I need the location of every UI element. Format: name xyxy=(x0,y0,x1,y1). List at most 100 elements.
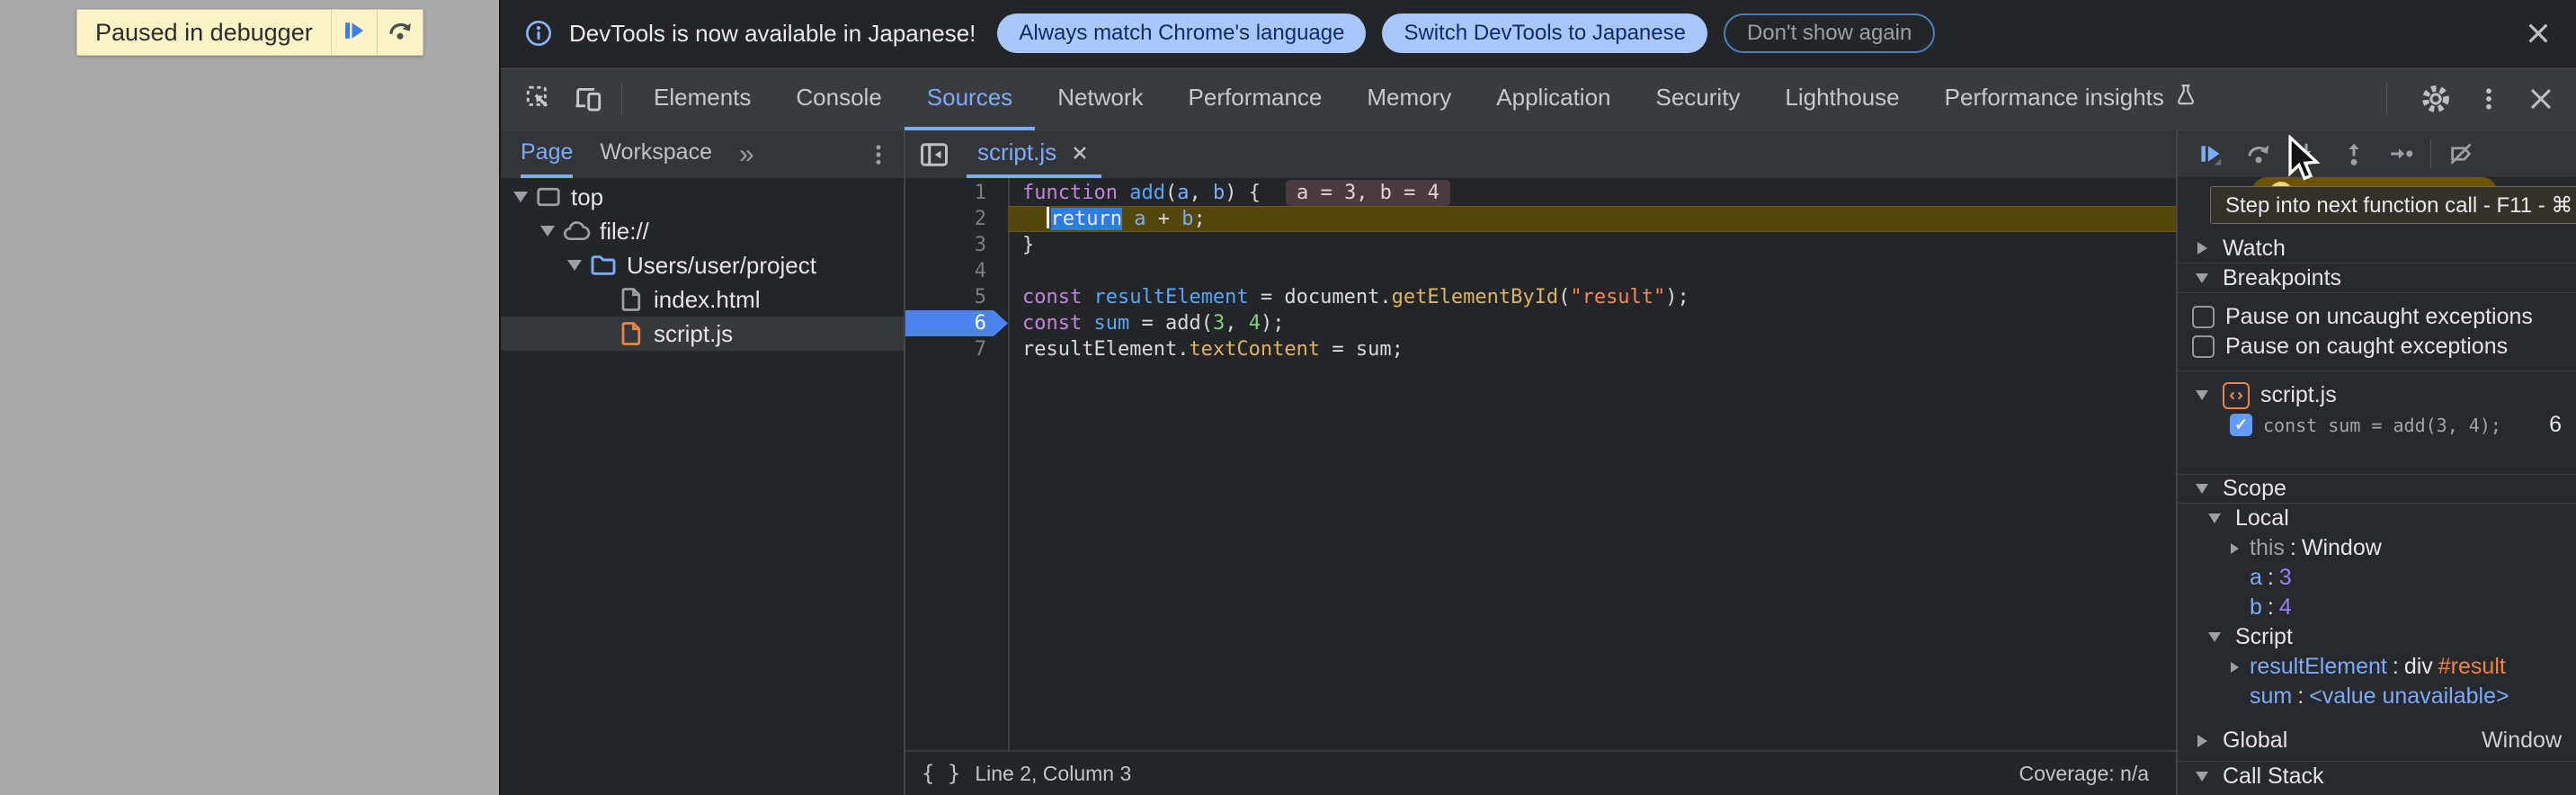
resume-icon xyxy=(341,17,368,49)
file-tree: top file:// Users/user/project xyxy=(501,178,904,351)
tab-memory[interactable]: Memory xyxy=(1344,67,1474,130)
toolbar-right-icons xyxy=(2377,83,2576,115)
infobar-close-icon[interactable] xyxy=(2524,19,2553,48)
pause-uncaught-row[interactable]: Pause on uncaught exceptions xyxy=(2178,302,2576,332)
code-editor[interactable]: 1 function add(a, b) {a = 3, b = 4 2 ret… xyxy=(905,178,2176,750)
settings-gear-icon[interactable] xyxy=(2420,83,2452,115)
step-over-icon xyxy=(387,17,414,49)
tab-lighthouse[interactable]: Lighthouse xyxy=(1762,67,1921,130)
divider xyxy=(2430,139,2431,168)
chevron-down-icon xyxy=(2196,484,2208,494)
tab-close-icon[interactable] xyxy=(1069,142,1091,164)
pause-uncaught-checkbox[interactable] xyxy=(2192,306,2215,328)
scope-var-sum[interactable]: sum: <value unavailable> xyxy=(2178,682,2576,711)
chevron-down-icon xyxy=(2196,390,2208,400)
chevron-down-icon xyxy=(2196,772,2208,782)
tree-item-top-frame[interactable]: top xyxy=(501,180,904,214)
deactivate-breakpoints-icon[interactable] xyxy=(2437,130,2484,178)
step-over-icon[interactable] xyxy=(2234,130,2282,178)
scope-var-this[interactable]: this: Window xyxy=(2178,533,2576,563)
devtools-close-icon[interactable] xyxy=(2526,84,2556,114)
editor-status-bar: { } Line 2, Column 3 Coverage: n/a xyxy=(905,750,2176,795)
chevron-down-icon xyxy=(2196,273,2208,283)
chevron-down-icon xyxy=(540,226,555,237)
tab-elements[interactable]: Elements xyxy=(631,67,773,130)
code-line-2-paused: 2 return a + b; xyxy=(905,206,2176,232)
info-icon xyxy=(524,19,553,48)
debugger-sections: Watch Breakpoints Pause on uncaught exce… xyxy=(2178,178,2576,795)
pretty-print-icon[interactable]: { } xyxy=(922,761,960,786)
scope-local-group[interactable]: Local xyxy=(2178,504,2576,533)
breakpoint-file-group[interactable]: script.js xyxy=(2178,380,2576,410)
flask-icon xyxy=(2173,82,2198,113)
line-number[interactable]: 1 xyxy=(905,180,1008,206)
tab-workspace[interactable]: Workspace xyxy=(600,130,712,178)
step-out-icon[interactable] xyxy=(2330,130,2377,178)
chevron-down-icon xyxy=(2208,632,2221,642)
debugger-sidebar: Watch Breakpoints Pause on uncaught exce… xyxy=(2176,130,2576,795)
code-line-5: 5 const resultElement = document.getElem… xyxy=(905,284,2176,310)
cloud-icon xyxy=(562,217,591,246)
tree-item-project-folder[interactable]: Users/user/project xyxy=(501,248,904,282)
step-icon[interactable] xyxy=(2377,130,2425,178)
section-watch[interactable]: Watch xyxy=(2178,234,2576,264)
resume-script-button[interactable] xyxy=(332,10,377,55)
line-number[interactable]: 3 xyxy=(905,232,1008,258)
file-icon xyxy=(618,286,645,313)
tab-sources[interactable]: Sources xyxy=(905,67,1035,130)
scope-var-resultelement[interactable]: resultElement: div#result xyxy=(2178,652,2576,682)
divider xyxy=(621,83,622,115)
pause-caught-checkbox[interactable] xyxy=(2192,335,2215,358)
breakpoint-list: script.js const sum = add(3, 4); 6 xyxy=(2178,371,2576,449)
paused-token-highlight: return xyxy=(1051,208,1122,230)
tree-item-index-html[interactable]: index.html xyxy=(501,282,904,317)
tab-performance[interactable]: Performance xyxy=(1166,67,1345,130)
tree-item-script-js[interactable]: script.js xyxy=(501,317,904,351)
scope-script-group[interactable]: Script xyxy=(2178,622,2576,652)
line-number[interactable]: 7 xyxy=(905,336,1008,362)
resume-script-icon[interactable] xyxy=(2187,130,2234,178)
scope-var-b[interactable]: b: 4 xyxy=(2178,593,2576,622)
switch-to-japanese-button[interactable]: Switch DevTools to Japanese xyxy=(1382,13,1707,53)
breakpoint-entry[interactable]: const sum = add(3, 4); 6 xyxy=(2178,410,2576,440)
inspect-element-icon[interactable] xyxy=(515,84,564,114)
breakpoint-line-number: 6 xyxy=(2549,412,2576,438)
toggle-navigator-icon[interactable] xyxy=(918,138,950,171)
inline-debug-values: a = 3, b = 4 xyxy=(1286,180,1450,206)
section-breakpoints[interactable]: Breakpoints xyxy=(2178,264,2576,293)
device-toolbar-icon[interactable] xyxy=(564,84,612,114)
mouse-cursor xyxy=(2286,135,2327,192)
text-caret xyxy=(1047,207,1049,228)
line-number[interactable]: 5 xyxy=(905,284,1008,310)
section-call-stack[interactable]: Call Stack xyxy=(2178,762,2576,791)
breakpoint-execution-marker[interactable]: 6 xyxy=(905,310,1008,336)
section-scope[interactable]: Scope xyxy=(2178,474,2576,504)
more-tabs-icon[interactable]: » xyxy=(739,139,754,170)
pause-caught-row[interactable]: Pause on caught exceptions xyxy=(2178,332,2576,362)
scope-global-group[interactable]: Global Window xyxy=(2178,726,2576,755)
step-into-tooltip: Step into next function call - F11 - ⌘ ; xyxy=(2210,186,2576,224)
tab-application[interactable]: Application xyxy=(1474,67,1633,130)
scope-var-a[interactable]: a: 3 xyxy=(2178,563,2576,593)
paused-in-debugger-banner: Paused in debugger xyxy=(76,9,423,56)
tab-performance-insights[interactable]: Performance insights xyxy=(1922,67,2221,130)
chevron-right-icon xyxy=(2231,662,2239,673)
tab-page[interactable]: Page xyxy=(521,130,573,178)
script-file-badge-icon xyxy=(2223,382,2250,409)
breakpoint-checkbox[interactable] xyxy=(2230,414,2252,436)
always-match-language-button[interactable]: Always match Chrome's language xyxy=(997,13,1366,53)
navigator-menu-icon[interactable] xyxy=(866,141,891,168)
tree-item-file-origin[interactable]: file:// xyxy=(501,214,904,248)
more-options-icon[interactable] xyxy=(2475,84,2502,114)
editor-tab-script-js[interactable]: script.js xyxy=(967,130,1101,178)
line-number[interactable]: 2 xyxy=(905,206,1008,232)
step-over-button[interactable] xyxy=(378,10,423,55)
dont-show-again-button[interactable]: Don't show again xyxy=(1724,13,1935,53)
line-number[interactable]: 4 xyxy=(905,258,1008,284)
code-line-3: 3 } xyxy=(905,232,2176,258)
tab-network[interactable]: Network xyxy=(1035,67,1165,130)
tab-console[interactable]: Console xyxy=(773,67,904,130)
chevron-right-icon xyxy=(2197,242,2207,255)
tab-security[interactable]: Security xyxy=(1634,67,1763,130)
exception-toggles: Pause on uncaught exceptions Pause on ca… xyxy=(2178,293,2576,371)
